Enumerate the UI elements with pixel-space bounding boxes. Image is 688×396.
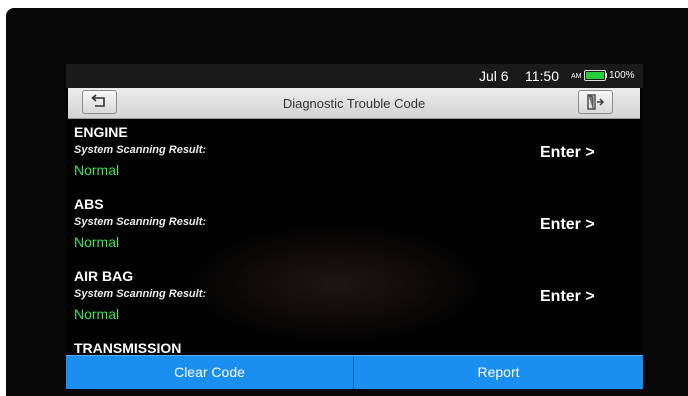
scan-label: System Scanning Result:	[74, 144, 207, 156]
battery-fill	[586, 72, 604, 79]
screen: Jul 6 11:50 AM 100% Diagnostic Trouble C…	[66, 64, 643, 390]
enter-button[interactable]: Enter >	[540, 144, 595, 162]
system-name: ENGINE	[74, 124, 128, 140]
page-title: Diagnostic Trouble Code	[282, 96, 426, 111]
battery-icon	[584, 70, 606, 81]
battery-tip	[605, 73, 607, 78]
scan-result: Normal	[74, 162, 120, 178]
report-button[interactable]: Report	[354, 356, 643, 389]
status-ampm: AM	[571, 73, 582, 80]
list-item[interactable]: ABS System Scanning Result: Normal Enter…	[66, 196, 643, 268]
system-name: ABS	[74, 196, 104, 212]
device-frame: Jul 6 11:50 AM 100% Diagnostic Trouble C…	[6, 8, 688, 396]
system-name: AIR BAG	[74, 268, 134, 284]
status-time: 11:50	[525, 68, 559, 84]
scan-result: Normal	[74, 306, 120, 322]
action-bar: Clear Code Report	[66, 355, 643, 389]
clear-code-button[interactable]: Clear Code	[66, 356, 354, 389]
list-item[interactable]: ENGINE System Scanning Result: Normal En…	[66, 124, 643, 196]
exit-button[interactable]	[578, 90, 613, 114]
status-date: Jul 6	[479, 68, 509, 84]
title-bar: Diagnostic Trouble Code	[68, 88, 640, 119]
scan-label: System Scanning Result:	[74, 288, 207, 300]
scan-result: Normal	[74, 234, 120, 250]
enter-button[interactable]: Enter >	[540, 216, 595, 234]
system-name-partial: TRANSMISSION	[74, 340, 182, 356]
scan-label: System Scanning Result:	[74, 216, 207, 228]
list-item[interactable]: AIR BAG System Scanning Result: Normal E…	[66, 268, 643, 340]
enter-button[interactable]: Enter >	[540, 288, 595, 306]
status-bar: Jul 6 11:50 AM 100%	[66, 64, 643, 88]
exit-icon	[587, 94, 605, 110]
battery-percent: 100%	[609, 70, 635, 81]
